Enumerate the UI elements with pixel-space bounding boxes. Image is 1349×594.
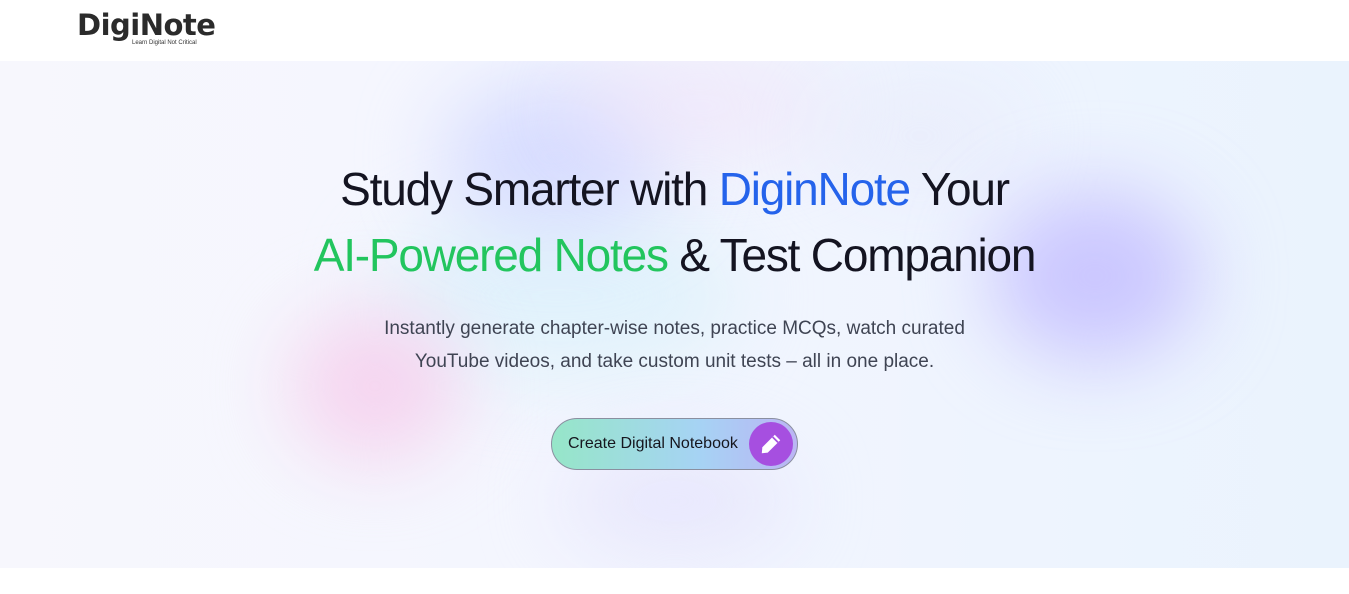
hero-headline-line1: Study Smarter with DiginNote Your	[0, 161, 1349, 217]
hero-subtitle-line2: YouTube videos, and take custom unit tes…	[414, 351, 935, 372]
headline-text: Your	[920, 163, 1010, 215]
headline-brand: DiginNote	[718, 163, 911, 215]
site-header: DigiNote Learn Digital Not Critical	[0, 0, 1349, 61]
create-notebook-label: Create Digital Notebook	[568, 435, 738, 452]
headline-text: Study Smarter with	[340, 163, 708, 215]
headline-text: & Test Companion	[679, 229, 1036, 281]
create-notebook-button[interactable]: Create Digital Notebook	[551, 418, 798, 470]
hero-section: Study Smarter with DiginNote Your AI-Pow…	[0, 61, 1349, 568]
logo[interactable]: DigiNote Learn Digital Not Critical	[77, 8, 227, 52]
hero-subtitle-line1: Instantly generate chapter-wise notes, p…	[384, 318, 965, 339]
logo-wordmark: DigiNote	[77, 8, 216, 42]
pencil-icon	[749, 422, 793, 466]
background-glow	[570, 61, 830, 151]
hero-headline-line2: AI-Powered Notes & Test Companion	[0, 227, 1349, 283]
headline-highlight: AI-Powered Notes	[313, 229, 669, 281]
logo-tagline: Learn Digital Not Critical	[132, 40, 197, 46]
